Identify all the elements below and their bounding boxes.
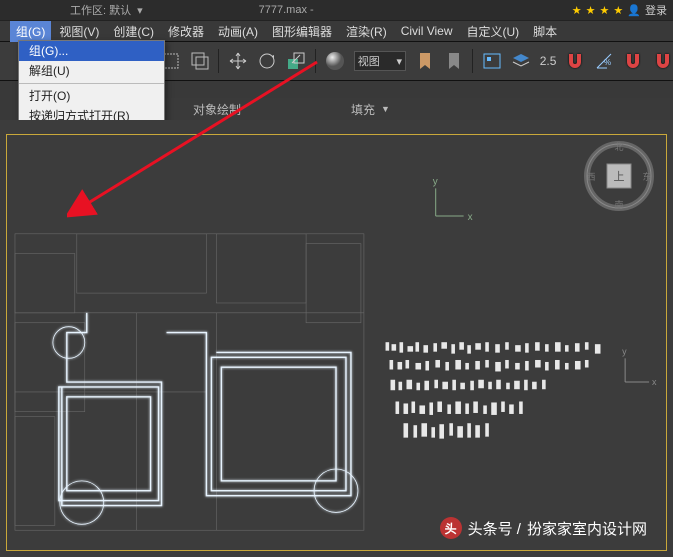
- snap-toggle[interactable]: [564, 50, 585, 72]
- ribbon-bar: 对象绘制 填充 ▼: [163, 98, 673, 121]
- menu-grapheditor[interactable]: 图形编辑器: [266, 21, 338, 42]
- floorplan-drawing: y x y x: [7, 135, 666, 550]
- title-bar: 工作区: 默认 ▾ 7777.max - ★ ★ ★ ★ 👤 登录: [0, 0, 673, 21]
- workspace-label: 工作区: 默认: [70, 2, 131, 18]
- menu-view[interactable]: 视图(V): [53, 21, 105, 42]
- bookmark2-icon[interactable]: [443, 50, 464, 72]
- filename: 7777.max -: [259, 4, 314, 16]
- svg-text:南: 南: [614, 199, 623, 210]
- menu-modifier[interactable]: 修改器: [162, 21, 210, 42]
- scale-icon[interactable]: [286, 50, 307, 72]
- svg-text:%: %: [604, 58, 611, 67]
- star-icon: ★: [586, 4, 596, 17]
- chevron-down-icon[interactable]: ▼: [381, 104, 390, 114]
- snap2-toggle[interactable]: [623, 50, 644, 72]
- menu-anim[interactable]: 动画(A): [212, 21, 264, 42]
- watermark-logo: 头: [440, 517, 462, 539]
- dd-group[interactable]: 组(G)...: [19, 41, 164, 61]
- star-icon: ★: [600, 4, 610, 17]
- menu-render[interactable]: 渲染(R): [340, 21, 393, 42]
- snap3-toggle[interactable]: [652, 50, 673, 72]
- ribbon-label-objdraw[interactable]: 对象绘制: [193, 101, 241, 118]
- svg-text:北: 北: [614, 142, 623, 152]
- dd-ungroup[interactable]: 解组(U): [19, 61, 164, 81]
- layers-icon[interactable]: [511, 50, 532, 72]
- svg-text:东: 东: [642, 171, 651, 182]
- svg-text:y: y: [622, 346, 627, 356]
- watermark-prefix: 头条号 /: [468, 518, 521, 539]
- sphere-icon[interactable]: [324, 50, 346, 72]
- menu-create[interactable]: 创建(C): [107, 21, 160, 42]
- select-filter-icon[interactable]: [481, 50, 502, 72]
- menu-customize[interactable]: 自定义(U): [461, 21, 526, 42]
- move-icon[interactable]: [227, 50, 248, 72]
- dd-open[interactable]: 打开(O): [19, 86, 164, 106]
- ref-coord-combo[interactable]: 视图▾: [354, 51, 406, 71]
- axis-x-label: x: [468, 212, 473, 223]
- ribbon-label-fill[interactable]: 填充: [351, 101, 375, 118]
- watermark: 头 头条号 / 扮家家室内设计网: [428, 511, 659, 545]
- star-icon: ★: [572, 4, 582, 17]
- user-icon[interactable]: 👤: [627, 4, 641, 17]
- bookmark-icon[interactable]: [414, 50, 435, 72]
- svg-text:x: x: [652, 377, 657, 387]
- menu-civilview[interactable]: Civil View: [395, 22, 459, 40]
- svg-text:上: 上: [614, 170, 625, 183]
- watermark-text: 扮家家室内设计网: [527, 518, 647, 539]
- star-icon: ★: [613, 4, 623, 17]
- angle-value: 2.5: [540, 54, 557, 68]
- viewport[interactable]: y x y x 上 北: [0, 120, 673, 557]
- svg-text:西: 西: [586, 172, 595, 182]
- rotate-icon[interactable]: [256, 50, 277, 72]
- viewcube[interactable]: 上 北 南 东 西: [583, 140, 655, 212]
- menu-group[interactable]: 组(G): [10, 21, 51, 42]
- select-rect2-icon[interactable]: [189, 50, 210, 72]
- login-link[interactable]: 登录: [645, 2, 667, 18]
- angle-snap-icon[interactable]: %: [594, 50, 615, 72]
- menu-bar: 组(G) 视图(V) 创建(C) 修改器 动画(A) 图形编辑器 渲染(R) C…: [0, 21, 673, 42]
- axis-y-label: y: [433, 176, 438, 187]
- dropdown-icon[interactable]: ▾: [137, 4, 143, 17]
- menu-script[interactable]: 脚本: [527, 21, 563, 42]
